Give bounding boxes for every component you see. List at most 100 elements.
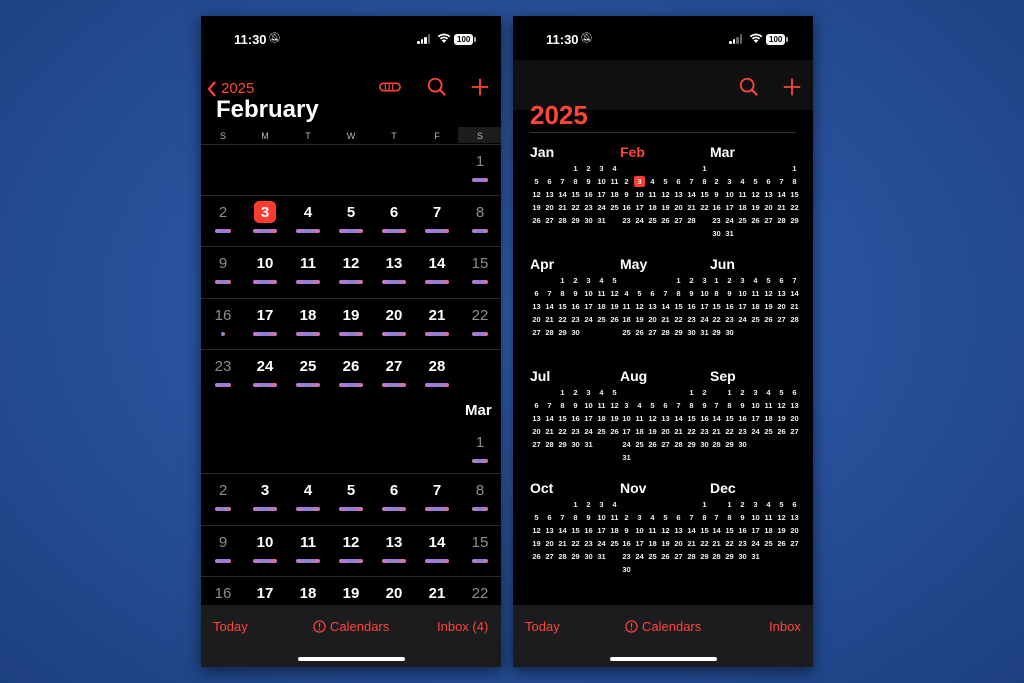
day-cell[interactable]: 9 <box>203 255 243 272</box>
day-cell[interactable]: 10 <box>245 534 285 551</box>
day-cell[interactable]: 10 <box>245 255 285 272</box>
day-cell[interactable]: 8 <box>460 482 500 499</box>
day-cell[interactable]: 5 <box>331 482 371 499</box>
mini-day: 25 <box>597 427 606 436</box>
mini-day: 6 <box>547 513 552 522</box>
mini-day: 24 <box>635 552 644 561</box>
mini-day: 16 <box>571 302 580 311</box>
day-cell[interactable]: 14 <box>417 534 457 551</box>
mini-day: 22 <box>571 203 580 212</box>
day-cell[interactable]: 6 <box>374 482 414 499</box>
inbox-tab[interactable]: Inbox <box>769 619 801 634</box>
mini-month-jul[interactable]: Jul 1 2 3 4 5 6 7 8 9 10 11 12 13 14 15 16 17 18 19 20 21 22 23… <box>530 368 622 468</box>
calendars-tab[interactable]: Calendars <box>313 619 389 634</box>
mini-day: 2 <box>573 276 578 285</box>
add-event-button[interactable] <box>469 76 491 98</box>
day-cell[interactable]: 19 <box>331 307 371 324</box>
inbox-tab[interactable]: Inbox (4) <box>437 619 488 634</box>
day-cell[interactable]: 7 <box>417 204 457 221</box>
mini-day: 8 <box>689 401 694 410</box>
day-cell[interactable]: 7 <box>417 482 457 499</box>
mini-month-apr[interactable]: Apr 1 2 3 4 5 6 7 8 9 10 11 12 13 14 15 16 17 18 19 20 21 22 23… <box>530 256 622 356</box>
day-cell[interactable]: 19 <box>331 585 371 602</box>
day-cell[interactable]: 16 <box>203 585 243 602</box>
calendars-tab[interactable]: Calendars <box>625 619 701 634</box>
day-cell[interactable]: 18 <box>288 307 328 324</box>
day-cell[interactable]: 13 <box>374 534 414 551</box>
day-cell[interactable]: 8 <box>460 204 500 221</box>
day-cell[interactable]: 15 <box>460 255 500 272</box>
day-cell[interactable]: 16 <box>203 307 243 324</box>
day-cell[interactable]: 20 <box>374 585 414 602</box>
day-cell[interactable]: 2 <box>203 482 243 499</box>
mini-day: 7 <box>714 401 719 410</box>
event-indicator <box>215 559 231 563</box>
day-cell[interactable]: 17 <box>245 585 285 602</box>
mini-month-dec[interactable]: Dec 1 2 3 4 5 6 7 8 9 10 11 12 13 14 15 16 17 18 19 20 21 22 23… <box>710 480 802 580</box>
mini-month-feb[interactable]: Feb 1 2 3 4 5 6 7 8 9 10 11 12 13 14 15 16 17 18 19 20 21 22 23… <box>620 144 712 244</box>
day-cell[interactable]: 3 <box>245 482 285 499</box>
day-cell-today[interactable]: 3 <box>245 204 285 221</box>
mini-month-may[interactable]: May 1 2 3 4 5 6 7 8 9 10 11 12 13 14 15 16 17 18 19 20 21 22 23… <box>620 256 712 356</box>
day-cell[interactable]: 4 <box>288 482 328 499</box>
mini-day: 30 <box>738 552 747 561</box>
day-cell[interactable]: 5 <box>331 204 371 221</box>
mini-day: 3 <box>586 388 591 397</box>
mini-month-oct[interactable]: Oct 1 2 3 4 5 6 7 8 9 10 11 12 13 14 15 16 17 18 19 20 21 22 23… <box>530 480 622 580</box>
list-view-icon <box>379 82 401 92</box>
mini-day: 25 <box>764 427 773 436</box>
day-cell[interactable]: 20 <box>374 307 414 324</box>
day-cell[interactable]: 1 <box>460 434 500 451</box>
day-cell[interactable]: 11 <box>288 255 328 272</box>
day-cell[interactable]: 13 <box>374 255 414 272</box>
day-cell[interactable]: 18 <box>288 585 328 602</box>
day-cell[interactable]: 21 <box>417 585 457 602</box>
mini-month-sep[interactable]: Sep 1 2 3 4 5 6 7 8 9 10 11 12 13 14 15 16 17 18 19 20 21 22 23… <box>710 368 802 468</box>
day-cell[interactable]: 25 <box>288 358 328 375</box>
list-view-button[interactable] <box>379 76 401 98</box>
mini-day: 1 <box>727 500 732 509</box>
day-cell[interactable]: 17 <box>245 307 285 324</box>
mini-day: 23 <box>738 427 747 436</box>
day-cell[interactable]: 9 <box>203 534 243 551</box>
day-cell[interactable]: 23 <box>203 358 243 375</box>
search-button[interactable] <box>426 76 448 98</box>
mini-month-nov[interactable]: Nov 1 2 3 4 5 6 7 8 9 10 11 12 13 14 15 16 17 18 19 20 21 22 23… <box>620 480 712 580</box>
day-cell[interactable]: 1 <box>460 153 500 170</box>
mini-day: 28 <box>545 328 554 337</box>
day-cell[interactable]: 2 <box>203 204 243 221</box>
day-cell[interactable]: 11 <box>288 534 328 551</box>
add-event-button[interactable] <box>781 76 803 98</box>
mini-day: 26 <box>648 440 657 449</box>
mini-month-mar[interactable]: Mar 1 2 3 4 5 6 7 8 9 10 11 12 13 14 15 16 17 18 19 20 21 22 23… <box>710 144 802 244</box>
mini-day: 3 <box>753 388 758 397</box>
mini-day: 9 <box>586 513 591 522</box>
mini-day: 28 <box>674 440 683 449</box>
day-cell[interactable]: 26 <box>331 358 371 375</box>
day-cell[interactable]: 22 <box>460 585 500 602</box>
day-cell[interactable]: 6 <box>374 204 414 221</box>
silent-bell-icon: 🔕︎ <box>268 33 281 44</box>
day-cell[interactable]: 28 <box>417 358 457 375</box>
day-cell[interactable]: 14 <box>417 255 457 272</box>
day-cell[interactable]: 15 <box>460 534 500 551</box>
day-cell[interactable]: 22 <box>460 307 500 324</box>
today-tab[interactable]: Today <box>525 619 560 634</box>
search-button[interactable] <box>738 76 760 98</box>
day-cell[interactable]: 21 <box>417 307 457 324</box>
day-cell[interactable]: 24 <box>245 358 285 375</box>
mini-day: 15 <box>687 414 696 423</box>
day-cell[interactable]: 27 <box>374 358 414 375</box>
mini-day: 9 <box>573 401 578 410</box>
back-to-year-button[interactable]: 2025 <box>207 80 254 97</box>
mini-month-aug[interactable]: Aug 1 2 3 4 5 6 7 8 9 10 11 12 13 14 15 16 17 18 19 20 21 22 23… <box>620 368 712 468</box>
mini-day: 9 <box>586 177 591 186</box>
mini-month-jun[interactable]: Jun 1 2 3 4 5 6 7 8 9 10 11 12 13 14 15 16 17 18 19 20 21 22 23… <box>710 256 802 356</box>
mini-day: 16 <box>725 302 734 311</box>
mini-month-jan[interactable]: Jan 1 2 3 4 5 6 7 8 9 10 11 12 13 14 15 16 17 18 19 20 21 22 23… <box>530 144 622 244</box>
today-tab[interactable]: Today <box>213 619 248 634</box>
day-cell[interactable]: 12 <box>331 534 371 551</box>
mini-day: 28 <box>661 328 670 337</box>
day-cell[interactable]: 4 <box>288 204 328 221</box>
day-cell[interactable]: 12 <box>331 255 371 272</box>
